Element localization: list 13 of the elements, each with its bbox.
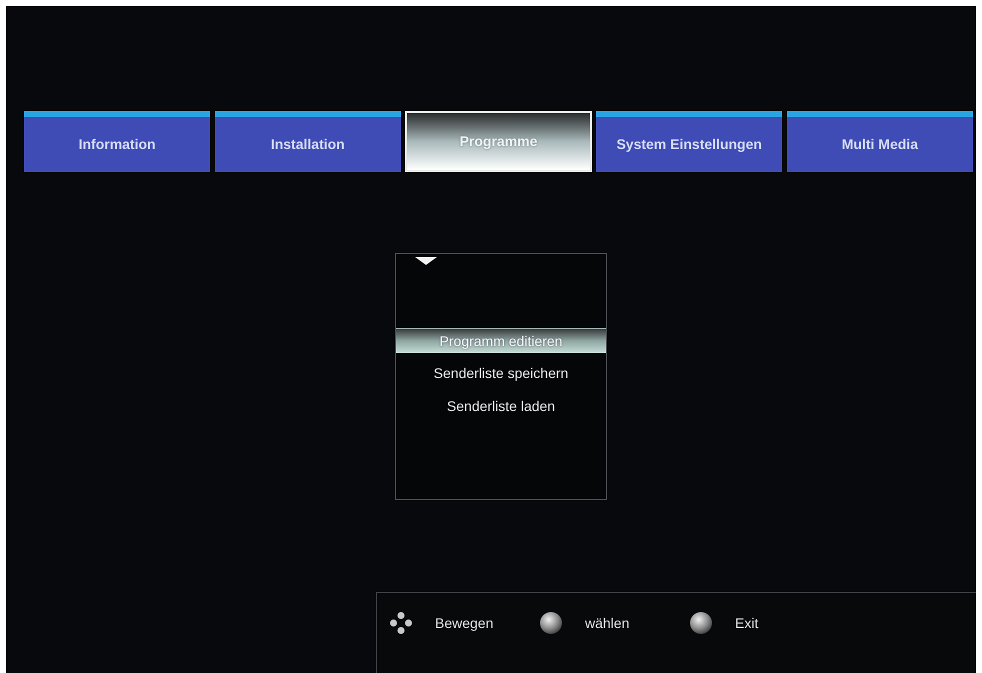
hint-label: wählen bbox=[585, 614, 630, 632]
ok-key-icon bbox=[540, 612, 562, 634]
hint-label: Exit bbox=[735, 614, 758, 632]
menu-tab[interactable]: Installation bbox=[214, 111, 401, 172]
down-triangle-icon bbox=[415, 257, 437, 265]
menu-item[interactable]: Senderliste laden bbox=[396, 394, 606, 419]
menu-tab[interactable]: Information bbox=[24, 111, 210, 172]
direction-dots-icon bbox=[390, 612, 412, 634]
menu-tab[interactable]: Multi Media bbox=[786, 111, 973, 172]
menu-tab[interactable]: System Einstellungen bbox=[596, 111, 782, 172]
hint-label: Bewegen bbox=[435, 614, 494, 633]
exit-key-icon bbox=[690, 612, 712, 634]
menu-item[interactable]: Senderliste speichern bbox=[396, 361, 606, 386]
